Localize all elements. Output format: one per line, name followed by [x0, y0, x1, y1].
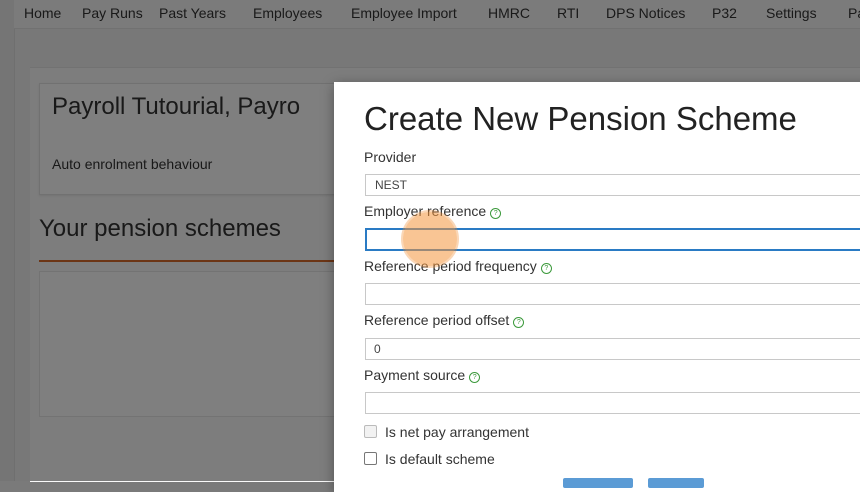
reference-period-offset-label: Reference period offset?	[364, 312, 525, 328]
payment-source-label: Payment source?	[364, 367, 481, 383]
default-scheme-checkbox[interactable]	[364, 452, 377, 465]
net-pay-arrangement-checkbox[interactable]	[364, 425, 377, 438]
help-icon[interactable]: ?	[469, 372, 481, 383]
reference-period-offset-label-text: Reference period offset	[364, 312, 510, 328]
payment-source-input[interactable]	[365, 392, 860, 414]
net-pay-arrangement-row: Is net pay arrangement	[364, 424, 529, 440]
net-pay-arrangement-label: Is net pay arrangement	[385, 424, 529, 440]
employer-reference-label-text: Employer reference	[364, 203, 487, 219]
reference-period-frequency-input[interactable]	[365, 283, 860, 305]
dialog-primary-button[interactable]	[563, 478, 633, 488]
employer-reference-label: Employer reference?	[364, 203, 502, 219]
default-scheme-row: Is default scheme	[364, 451, 495, 467]
dialog-title: Create New Pension Scheme	[364, 100, 797, 137]
dialog-secondary-button[interactable]	[648, 478, 704, 488]
reference-period-frequency-label-text: Reference period frequency	[364, 258, 537, 274]
provider-select[interactable]: NEST	[365, 174, 860, 196]
reference-period-frequency-label: Reference period frequency?	[364, 258, 552, 274]
help-icon[interactable]: ?	[513, 317, 525, 328]
help-icon[interactable]: ?	[540, 263, 552, 274]
default-scheme-label: Is default scheme	[385, 451, 495, 467]
employer-reference-input[interactable]	[365, 228, 860, 251]
provider-label: Provider	[364, 149, 417, 165]
payment-source-label-text: Payment source	[364, 367, 466, 383]
help-icon[interactable]: ?	[490, 208, 502, 219]
reference-period-offset-input[interactable]	[365, 338, 860, 360]
